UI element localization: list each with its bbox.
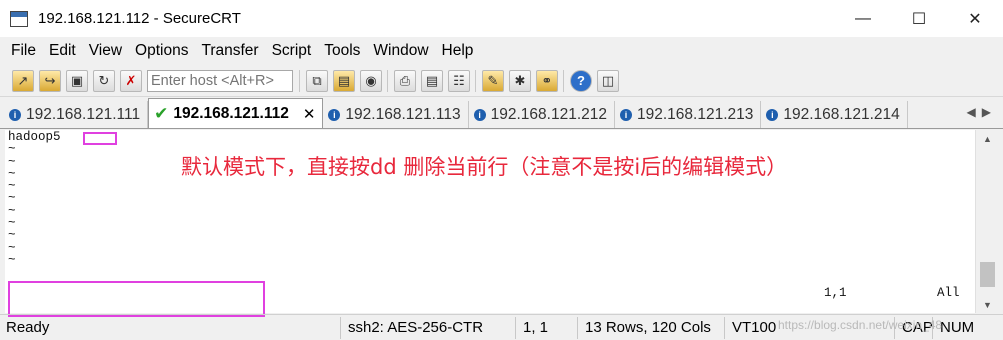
connect-tab-icon[interactable]: ▣	[66, 69, 88, 92]
highlight-box-deleted-line	[83, 132, 117, 145]
menu-tools[interactable]: Tools	[324, 42, 360, 60]
tab-label: 192.168.121.112	[173, 104, 289, 122]
disconnect-icon[interactable]: ✗	[120, 69, 142, 92]
session-status-icon: i	[9, 108, 21, 121]
key-icon[interactable]: ⚭	[536, 69, 558, 92]
menu-transfer[interactable]: Transfer	[201, 42, 258, 60]
copy-icon[interactable]: ⧉	[306, 69, 328, 92]
title-bar: 192.168.121.112 - SecureCRT — ☐ ✕	[0, 0, 1003, 37]
session-status-icon: i	[620, 108, 633, 121]
status-protocol: ssh2: AES-256-CTR	[340, 316, 515, 339]
tab-192-168-121-212[interactable]: i 192.168.121.212	[469, 101, 616, 128]
close-button[interactable]: ✕	[947, 0, 1003, 37]
paste-icon[interactable]: ▤	[333, 69, 355, 92]
tab-192-168-121-112[interactable]: ✔ 192.168.121.112 ✕	[148, 98, 324, 128]
menu-help[interactable]: Help	[442, 42, 474, 60]
print-setup-icon[interactable]: ▤	[421, 69, 443, 92]
menu-file[interactable]: File	[11, 42, 36, 60]
terminal-line: hadoop5	[8, 130, 61, 144]
tab-label: 192.168.121.113	[345, 105, 461, 123]
find-icon[interactable]: ◉	[360, 69, 382, 92]
toolbar-separator	[475, 69, 476, 92]
connect-icon[interactable]: ↗	[12, 69, 34, 92]
log-session-icon[interactable]: ☷	[448, 69, 470, 92]
scrollbar-thumb[interactable]	[980, 262, 995, 287]
terminal-line: ~	[8, 240, 16, 255]
toolbar: ↗ ↪ ▣ ↻ ✗ ⧉ ▤ ◉ ⎙ ▤ ☷ ✎ ✱ ⚭ ? ◫	[0, 65, 1003, 97]
vim-cursor-position: 1,1	[824, 286, 847, 300]
help-icon[interactable]: ?	[570, 69, 592, 92]
menu-view[interactable]: View	[89, 42, 122, 60]
maximize-button[interactable]: ☐	[891, 0, 947, 37]
terminal-line: ~	[8, 228, 16, 243]
vertical-scrollbar[interactable]: ▲ ▼	[975, 130, 998, 313]
menu-options[interactable]: Options	[135, 42, 188, 60]
vim-view-scope: All	[937, 286, 960, 300]
menu-bar: File Edit View Options Transfer Script T…	[0, 37, 1003, 65]
toolbar-separator	[387, 69, 388, 92]
watermark: https://blog.csdn.net/weixin_48	[778, 318, 943, 332]
toolbar-separator	[299, 69, 300, 92]
quick-connect-icon[interactable]: ↪	[39, 69, 61, 92]
terminal-screen[interactable]: hadoop5 ~ ~ ~ ~ ~ ~ ~ ~ ~ ~ 1,1 All 默认模式…	[5, 130, 975, 317]
tab-192-168-121-111[interactable]: i 192.168.121.111	[4, 101, 149, 128]
menu-window[interactable]: Window	[373, 42, 428, 60]
minimize-button[interactable]: —	[835, 0, 891, 37]
scroll-down-icon[interactable]: ▼	[976, 296, 999, 313]
session-status-icon: i	[766, 108, 779, 121]
tab-close-icon[interactable]: ✕	[303, 105, 316, 123]
tab-192-168-121-214[interactable]: i 192.168.121.214	[761, 101, 908, 128]
menu-script[interactable]: Script	[272, 42, 312, 60]
reconnect-icon[interactable]: ↻	[93, 69, 115, 92]
status-size: 13 Rows, 120 Cols	[577, 316, 724, 339]
terminal-line: ~	[8, 252, 16, 267]
tab-scroll-arrows-icon[interactable]: ◀▶	[967, 105, 997, 119]
annotation-text: 默认模式下，直接按dd 删除当前行（注意不是按i后的编辑模式）	[181, 155, 788, 179]
tab-label: 192.168.121.214	[783, 105, 900, 123]
scroll-up-icon[interactable]: ▲	[976, 130, 999, 147]
tab-label: 192.168.121.111	[26, 105, 141, 123]
tab-192-168-121-113[interactable]: i 192.168.121.113	[323, 101, 469, 128]
session-status-icon: i	[473, 108, 486, 121]
print-icon[interactable]: ⎙	[394, 69, 416, 92]
tab-label: 192.168.121.212	[490, 105, 608, 123]
terminal-line: ~	[8, 216, 16, 231]
terminal-line: ~	[8, 142, 16, 157]
connected-check-icon: ✔	[154, 103, 169, 123]
securecrt-app-icon	[10, 10, 28, 27]
session-status-icon: i	[328, 108, 341, 121]
toolbar-separator	[563, 69, 564, 92]
menu-edit[interactable]: Edit	[49, 42, 76, 60]
status-ready: Ready	[6, 319, 50, 336]
tab-label: 192.168.121.213	[637, 105, 754, 123]
window-title: 192.168.121.112 - SecureCRT	[38, 10, 241, 27]
terminal-line: ~	[8, 179, 16, 194]
highlight-box-command-line	[8, 281, 265, 317]
session-tab-bar: i 192.168.121.111 ✔ 192.168.121.112 ✕ i …	[0, 98, 1003, 129]
window-controls: — ☐ ✕	[835, 0, 1003, 37]
terminal-line: ~	[8, 203, 16, 218]
sftp-icon[interactable]: ◫	[597, 69, 619, 92]
session-options-icon[interactable]: ✎	[482, 69, 504, 92]
host-input[interactable]	[147, 69, 293, 92]
global-options-icon[interactable]: ✱	[509, 69, 531, 92]
tab-192-168-121-213[interactable]: i 192.168.121.213	[615, 101, 762, 128]
terminal-line: ~	[8, 191, 16, 206]
status-cursor: 1, 1	[515, 316, 577, 339]
